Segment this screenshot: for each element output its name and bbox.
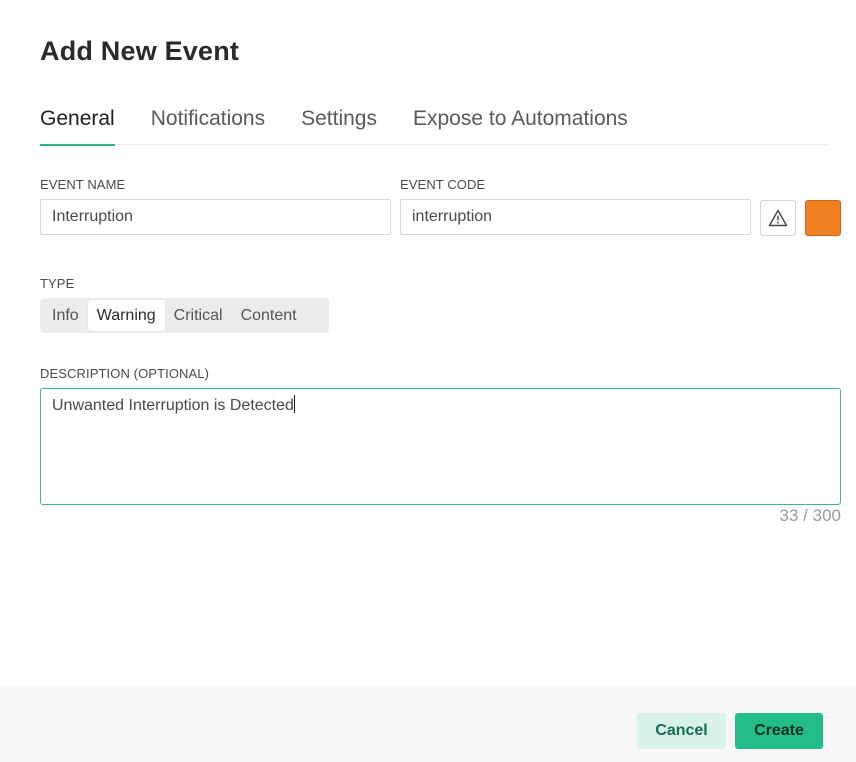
add-event-dialog: Add New Event General Notifications Sett…: [0, 0, 856, 762]
type-option-content[interactable]: Content: [232, 300, 306, 331]
cancel-button[interactable]: Cancel: [637, 713, 726, 749]
warning-triangle-icon: [768, 209, 788, 227]
tab-expose-to-automations[interactable]: Expose to Automations: [413, 104, 628, 145]
create-button[interactable]: Create: [735, 713, 823, 749]
event-name-input[interactable]: Interruption: [40, 199, 391, 235]
tab-notifications[interactable]: Notifications: [151, 104, 265, 145]
description-text: Unwanted Interruption is Detected: [52, 397, 294, 414]
type-segmented-control: Info Warning Critical Content: [40, 298, 329, 333]
dialog-footer: Cancel Create: [0, 686, 856, 762]
icon-picker-button[interactable]: [760, 200, 796, 236]
type-option-info[interactable]: Info: [43, 300, 88, 331]
type-option-critical[interactable]: Critical: [165, 300, 232, 331]
character-counter: 33 / 300: [779, 506, 841, 525]
description-textarea[interactable]: Unwanted Interruption is Detected: [40, 388, 841, 505]
tab-general[interactable]: General: [40, 104, 115, 146]
event-code-input[interactable]: interruption: [400, 199, 751, 235]
type-label: TYPE: [40, 276, 75, 291]
event-code-label: EVENT CODE: [400, 177, 486, 192]
tab-settings[interactable]: Settings: [301, 104, 377, 145]
description-label: DESCRIPTION (OPTIONAL): [40, 366, 210, 381]
event-name-label: EVENT NAME: [40, 177, 126, 192]
type-option-warning[interactable]: Warning: [87, 300, 165, 331]
dialog-title: Add New Event: [40, 36, 240, 66]
text-caret: [293, 395, 295, 413]
color-picker-swatch[interactable]: [805, 200, 841, 236]
tab-bar: General Notifications Settings Expose to…: [40, 104, 828, 146]
